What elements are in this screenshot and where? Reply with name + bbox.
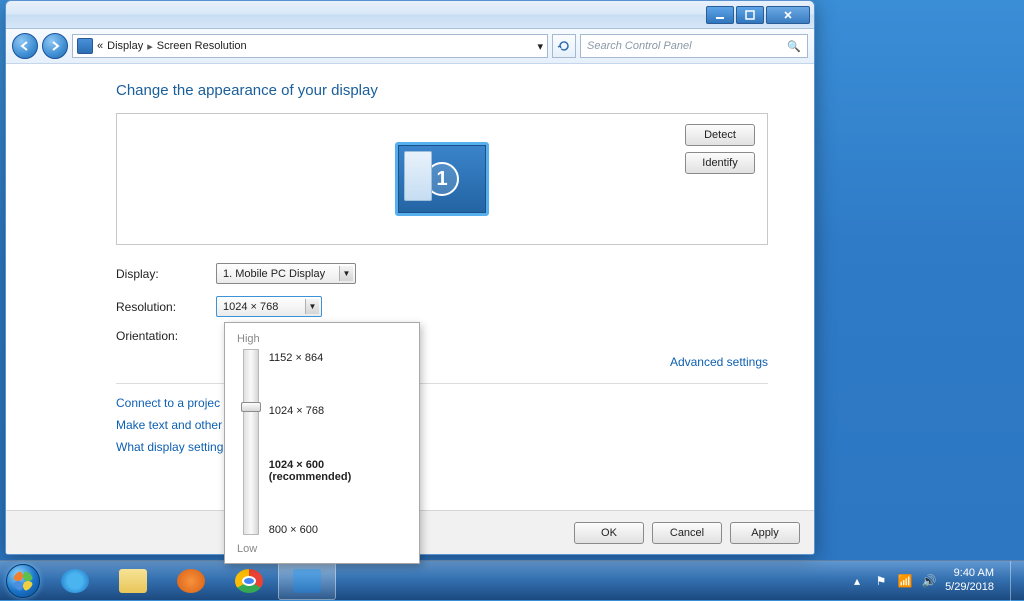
refresh-button[interactable]: [552, 34, 576, 58]
page-title: Change the appearance of your display: [116, 82, 768, 99]
breadcrumb-prefix: «: [97, 40, 103, 52]
taskbar-item-wmp[interactable]: [162, 562, 220, 600]
display-icon: [77, 38, 93, 54]
divider: [116, 383, 768, 384]
tray-chevron-icon[interactable]: ▴: [849, 573, 865, 589]
orientation-label: Orientation:: [116, 329, 216, 343]
breadcrumb-part[interactable]: Screen Resolution: [157, 40, 247, 52]
chevron-down-icon: ▼: [339, 266, 353, 281]
monitor-preview-box: 1 Detect Identify: [116, 113, 768, 245]
connect-projector-link[interactable]: Connect to a projec: [116, 396, 220, 410]
minimize-button[interactable]: [706, 6, 734, 24]
search-icon: 🔍: [787, 40, 801, 53]
content-area: Change the appearance of your display 1 …: [6, 64, 814, 510]
show-desktop-button[interactable]: [1010, 561, 1020, 601]
slider-high-label: High: [237, 333, 407, 345]
breadcrumb-separator-icon: ▸: [147, 40, 153, 53]
resolution-slider-track[interactable]: [243, 349, 259, 535]
control-panel-window: « Display ▸ Screen Resolution ▾ Search C…: [5, 0, 815, 555]
cancel-button[interactable]: Cancel: [652, 522, 722, 544]
advanced-settings-link[interactable]: Advanced settings: [670, 355, 768, 369]
resolution-label: Resolution:: [116, 300, 216, 314]
chevron-down-icon: ▼: [305, 299, 319, 314]
ok-button[interactable]: OK: [574, 522, 644, 544]
control-panel-icon: [293, 569, 321, 593]
address-bar[interactable]: « Display ▸ Screen Resolution ▾: [72, 34, 548, 58]
search-placeholder: Search Control Panel: [587, 40, 692, 52]
ie-icon: [61, 569, 89, 593]
clock-date: 5/29/2018: [945, 581, 994, 595]
folder-icon: [119, 569, 147, 593]
slider-tick[interactable]: 1152 × 864: [269, 352, 407, 364]
volume-icon[interactable]: 🔊: [921, 573, 937, 589]
back-button[interactable]: [12, 33, 38, 59]
taskbar-item-chrome[interactable]: [220, 562, 278, 600]
apply-button[interactable]: Apply: [730, 522, 800, 544]
slider-tick-recommended[interactable]: 1024 × 600 (recommended): [269, 459, 407, 483]
resolution-select[interactable]: 1024 × 768 ▼: [216, 296, 322, 317]
text-size-link[interactable]: Make text and other: [116, 418, 222, 432]
maximize-button[interactable]: [736, 6, 764, 24]
taskbar: ▴ ⚑ 📶 🔊 9:40 AM 5/29/2018: [0, 560, 1024, 600]
monitor-thumbnail-icon: [404, 151, 432, 201]
clock-time: 9:40 AM: [945, 567, 994, 581]
system-tray: ▴ ⚑ 📶 🔊 9:40 AM 5/29/2018: [849, 561, 1024, 600]
titlebar: [6, 1, 814, 29]
flag-icon[interactable]: ⚑: [873, 573, 889, 589]
taskbar-clock[interactable]: 9:40 AM 5/29/2018: [945, 567, 998, 595]
resolution-slider-popup: High 1152 × 864 1024 × 768 1024 × 600 (r…: [224, 322, 420, 564]
breadcrumb-part[interactable]: Display: [107, 40, 143, 52]
search-input[interactable]: Search Control Panel 🔍: [580, 34, 808, 58]
identify-button[interactable]: Identify: [685, 152, 755, 174]
forward-button[interactable]: [42, 33, 68, 59]
chrome-icon: [235, 569, 263, 593]
slider-tick[interactable]: 800 × 600: [269, 524, 407, 536]
network-icon[interactable]: 📶: [897, 573, 913, 589]
media-player-icon: [177, 569, 205, 593]
display-select[interactable]: 1. Mobile PC Display ▼: [216, 263, 356, 284]
taskbar-item-explorer[interactable]: [104, 562, 162, 600]
windows-orb-icon: [6, 564, 40, 598]
taskbar-item-ie[interactable]: [46, 562, 104, 600]
resolution-select-value: 1024 × 768: [223, 301, 278, 313]
taskbar-item-control-panel[interactable]: [278, 562, 336, 600]
resolution-slider-thumb[interactable]: [241, 402, 261, 412]
slider-low-label: Low: [237, 543, 407, 555]
what-settings-link[interactable]: What display setting: [116, 440, 223, 454]
detect-button[interactable]: Detect: [685, 124, 755, 146]
start-button[interactable]: [0, 561, 46, 601]
display-label: Display:: [116, 267, 216, 281]
close-button[interactable]: [766, 6, 810, 24]
monitor-preview[interactable]: 1: [395, 142, 489, 216]
display-select-value: 1. Mobile PC Display: [223, 268, 325, 280]
slider-tick[interactable]: 1024 × 768: [269, 405, 407, 417]
chevron-down-icon[interactable]: ▾: [537, 40, 543, 53]
navbar: « Display ▸ Screen Resolution ▾ Search C…: [6, 29, 814, 64]
